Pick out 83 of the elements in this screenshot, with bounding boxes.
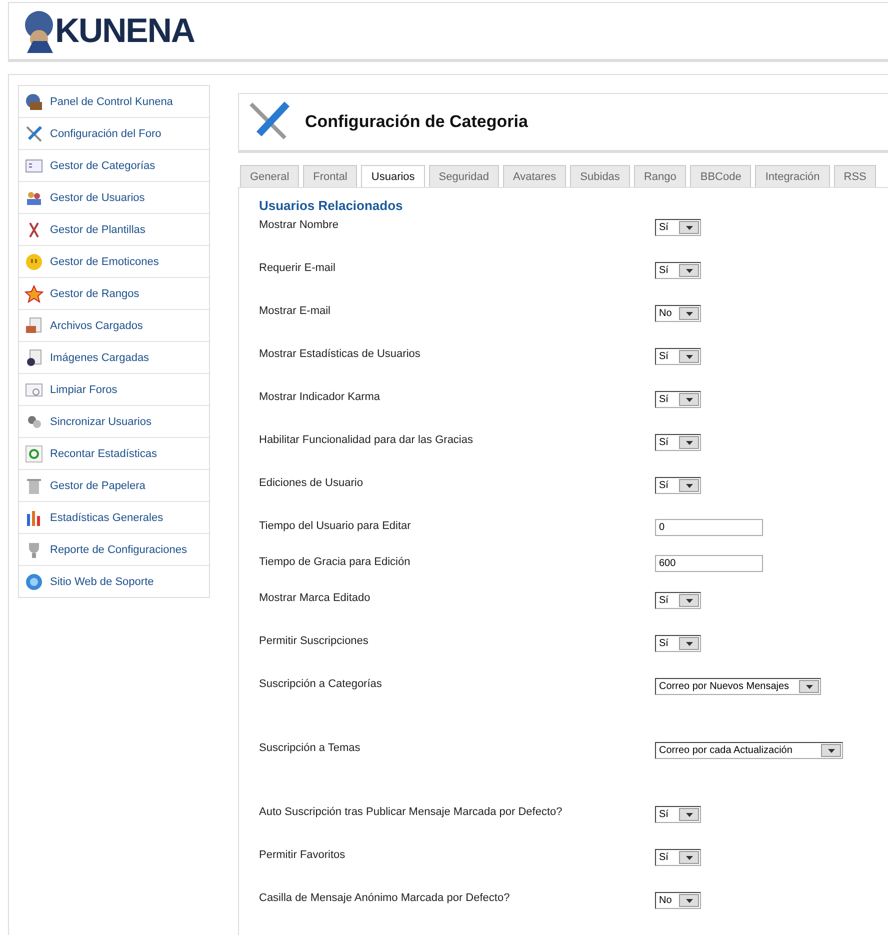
dropdown[interactable]: Sí xyxy=(655,391,701,408)
tab[interactable]: Usuarios xyxy=(361,165,425,187)
setting-label: Mostrar Marca Editado xyxy=(259,592,372,604)
setting-label: Requerir E-mail xyxy=(259,262,336,274)
tab[interactable]: Avatares xyxy=(502,165,566,187)
dropdown[interactable]: Sí xyxy=(655,477,701,494)
tab[interactable]: Integración xyxy=(755,165,830,187)
setting-label: Mostrar E-mail xyxy=(259,305,332,317)
caret-icon xyxy=(686,226,692,230)
setting-label: Tiempo del Usuario para Editar xyxy=(259,520,412,532)
dropdown[interactable]: Sí xyxy=(655,635,701,652)
setting-label: Permitir Suscripciones xyxy=(259,635,370,647)
sidebar-item[interactable]: Gestor de Papelera xyxy=(19,470,209,502)
caret-icon xyxy=(686,440,692,444)
dropdown[interactable]: Correo por Nuevos Mensajes xyxy=(655,678,821,695)
tab[interactable]: Frontal xyxy=(303,165,358,187)
setting-label: Tiempo de Gracia para Edición xyxy=(259,556,412,568)
recount-icon xyxy=(24,444,44,464)
caret-icon xyxy=(686,268,692,272)
setting-label: Suscripción a Temas xyxy=(259,742,362,754)
images-icon xyxy=(24,348,44,368)
caret-icon xyxy=(686,642,692,646)
dropdown[interactable]: Sí xyxy=(655,849,701,866)
dropdown[interactable]: Sí xyxy=(655,219,701,236)
star-icon xyxy=(24,284,44,304)
dropdown[interactable]: Correo por cada Actualización xyxy=(655,742,843,759)
input-field[interactable]: 0 xyxy=(655,519,763,536)
tab[interactable]: General xyxy=(240,165,300,187)
sidebar-item[interactable]: Sincronizar Usuarios xyxy=(19,406,209,438)
globe-help-icon xyxy=(24,572,44,592)
dropdown[interactable]: Sí xyxy=(655,262,701,279)
sidebar-item[interactable]: Configuración del Foro xyxy=(19,118,209,150)
setting-label: Casilla de Mensaje Anónimo Marcada por Defecto? xyxy=(259,892,511,904)
caret-icon xyxy=(686,398,692,402)
setting-label: Permitir Favoritos xyxy=(259,849,346,861)
control-panel-icon xyxy=(24,92,44,112)
logo-text: KUNENA xyxy=(55,12,194,50)
sidebar-item[interactable]: Imágenes Cargadas xyxy=(19,342,209,374)
setting-label: Mostrar Estadísticas de Usuarios xyxy=(259,348,422,360)
caret-icon xyxy=(686,598,692,602)
caret-icon xyxy=(686,856,692,860)
setting-label: Mostrar Indicador Karma xyxy=(259,391,382,403)
page-title: Configuración de Categoria xyxy=(305,112,528,132)
files-icon xyxy=(24,316,44,336)
tab[interactable]: Subidas xyxy=(570,165,630,187)
dropdown[interactable]: No xyxy=(655,305,701,322)
setting-label: Suscripción a Categorías xyxy=(259,678,383,690)
sidebar-item[interactable]: Gestor de Emoticones xyxy=(19,246,209,278)
caret-icon xyxy=(686,312,692,316)
sidebar-item[interactable]: Estadísticas Generales xyxy=(19,502,209,534)
sidebar-item[interactable]: Gestor de Plantillas xyxy=(19,214,209,246)
setting-label: Auto Suscripción tras Publicar Mensaje Marcada por Defecto? xyxy=(259,806,564,818)
caret-icon xyxy=(828,748,834,752)
sidebar-item[interactable]: Gestor de Usuarios xyxy=(19,182,209,214)
dropdown[interactable]: Sí xyxy=(655,348,701,365)
dropdown[interactable]: Sí xyxy=(655,434,701,451)
tab[interactable]: BBCode xyxy=(690,165,752,187)
sidebar-item[interactable]: Reporte de Configuraciones xyxy=(19,534,209,566)
tab[interactable]: Seguridad xyxy=(428,165,499,187)
sidebar-item[interactable]: Limpiar Foros xyxy=(19,374,209,406)
tab[interactable]: RSS xyxy=(834,165,876,187)
caret-icon xyxy=(686,898,692,902)
caret-icon xyxy=(686,484,692,488)
tab[interactable]: Rango xyxy=(634,165,686,187)
dropdown[interactable]: Sí xyxy=(655,592,701,609)
section-heading: Usuarios Relacionados xyxy=(259,198,404,213)
smiley-icon xyxy=(24,252,44,272)
setting-label: Habilitar Funcionalidad para dar las Gracias xyxy=(259,434,474,446)
sidebar-item[interactable]: Gestor de Rangos xyxy=(19,278,209,310)
sidebar-item[interactable]: Archivos Cargados xyxy=(19,310,209,342)
sidebar-item[interactable]: Gestor de Categorías xyxy=(19,150,209,182)
caret-icon xyxy=(686,812,692,816)
dropdown[interactable]: No xyxy=(655,892,701,909)
sidebar-item[interactable]: Sitio Web de Soporte xyxy=(19,566,209,597)
setting-label: Mostrar Nombre xyxy=(259,219,340,231)
setting-label: Ediciones de Usuario xyxy=(259,477,364,489)
sidebar-item[interactable]: Recontar Estadísticas xyxy=(19,438,209,470)
dropdown[interactable]: Sí xyxy=(655,806,701,823)
input-field[interactable]: 600 xyxy=(655,555,763,572)
tools-icon xyxy=(24,124,44,144)
caret-icon xyxy=(686,354,692,358)
caret-icon xyxy=(806,684,812,688)
sidebar-item[interactable]: Panel de Control Kunena xyxy=(19,86,209,118)
